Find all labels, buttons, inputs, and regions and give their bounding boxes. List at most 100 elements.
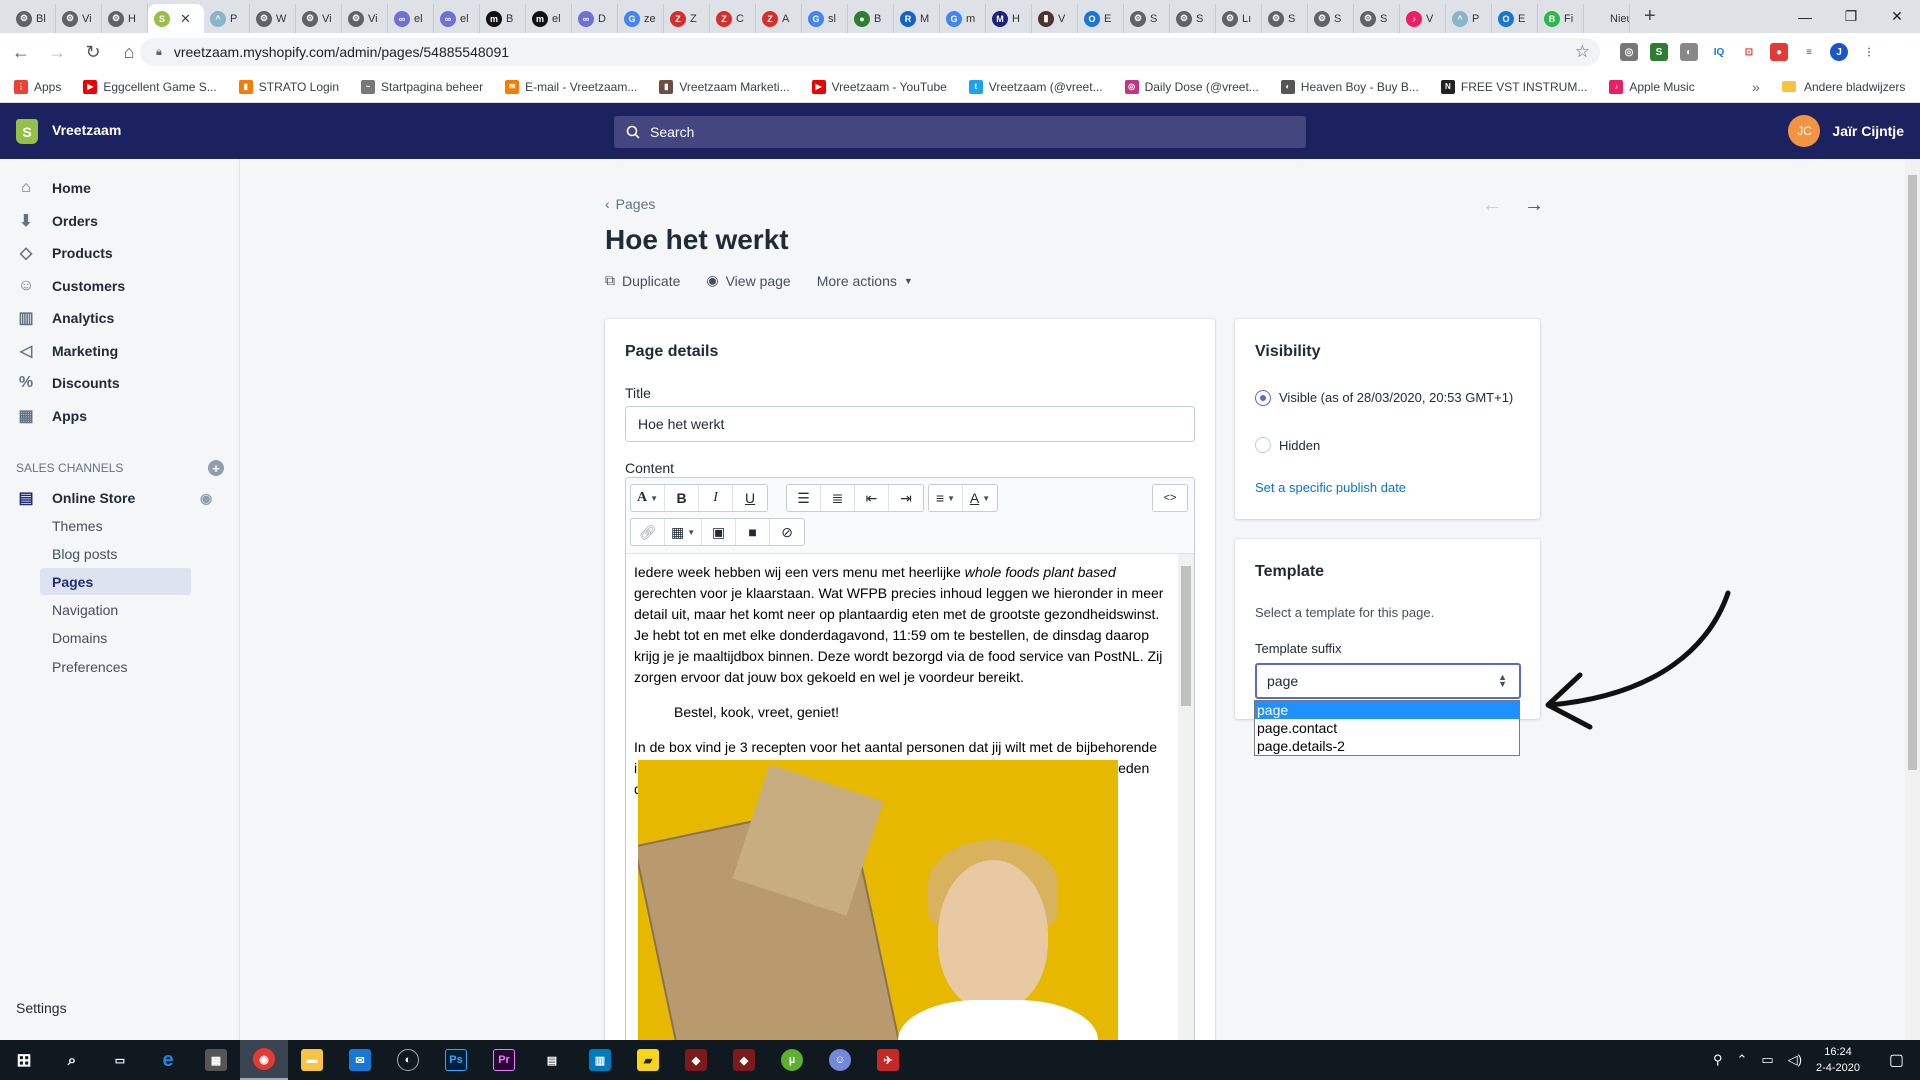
browser-tab[interactable]: Gze	[618, 4, 664, 33]
browser-tab[interactable]: OE	[1078, 4, 1124, 33]
store-name[interactable]: Vreetzaam	[52, 122, 121, 138]
sidebar-item-apps[interactable]: ▦ Apps	[0, 400, 240, 432]
sidebar-subitem-domains[interactable]: Domains	[40, 625, 191, 652]
italic-button[interactable]: I	[699, 485, 734, 511]
taskbar-app-other[interactable]: ✈	[864, 1040, 912, 1080]
browser-tab[interactable]: S ✕	[148, 4, 204, 33]
bookmark-item[interactable]: t Vreetzaam (@vreet...	[968, 79, 1103, 94]
taskbar-app-trello[interactable]: ▥	[576, 1040, 624, 1080]
dropdown-option[interactable]: page	[1255, 701, 1519, 719]
forward-icon[interactable]: →	[42, 37, 72, 67]
browser-tab[interactable]: mB	[480, 4, 526, 33]
task-view-button[interactable]: ▭	[96, 1040, 144, 1080]
new-tab-button[interactable]: +	[1644, 5, 1656, 28]
bookmark-item[interactable]: ~ Startpagina beheer	[361, 79, 483, 94]
browser-tab[interactable]: ∞ el	[388, 4, 434, 33]
sidebar-item-products[interactable]: ◇ Products	[0, 237, 240, 269]
bookmark-item[interactable]: ⋮ Apps	[14, 79, 61, 94]
other-bookmarks[interactable]: Andere bladwijzers	[1782, 80, 1905, 94]
sidebar-item-analytics[interactable]: ▥ Analytics	[0, 302, 240, 334]
taskbar-app-calculator[interactable]: ▤	[528, 1040, 576, 1080]
template-suffix-select[interactable]: page ▲ ▼	[1255, 663, 1521, 699]
bookmark-item[interactable]: ▮ Vreetzaam Marketi...	[659, 79, 790, 94]
bookmark-item[interactable]: ✉ E-mail - Vreetzaam...	[505, 79, 637, 94]
hidden-radio[interactable]	[1255, 437, 1271, 453]
browser-tab[interactable]: ⚙ S	[1262, 4, 1308, 33]
browser-tab[interactable]: OE	[1492, 4, 1538, 33]
browser-tab[interactable]: ∞ D	[572, 4, 618, 33]
duplicate-button[interactable]: ⧉ Duplicate	[605, 272, 680, 289]
close-tab-icon[interactable]: ✕	[180, 11, 191, 27]
taskbar-app-photoshop[interactable]: Ps	[432, 1040, 480, 1080]
extension-icon[interactable]: ◎	[1620, 43, 1638, 61]
taskbar-search-button[interactable]: ⌕	[48, 1040, 96, 1080]
taskbar-app-chrome[interactable]: ◉	[240, 1040, 288, 1080]
text-color-button[interactable]: A ▼	[963, 485, 997, 511]
close-window-icon[interactable]: ✕	[1874, 0, 1920, 33]
browser-tab[interactable]: ⚙ Vi	[296, 4, 342, 33]
sidebar-item-marketing[interactable]: ◁ Marketing	[0, 335, 240, 367]
taskbar-app-mail[interactable]: ✉	[336, 1040, 384, 1080]
taskbar-app-store[interactable]: ▦	[192, 1040, 240, 1080]
notification-icon[interactable]: ▢	[1889, 1050, 1904, 1070]
reading-list-icon[interactable]: ≡	[1800, 43, 1818, 61]
taskbar-app-steam[interactable]: ◐	[384, 1040, 432, 1080]
minimize-icon[interactable]: —	[1782, 0, 1828, 33]
restore-icon[interactable]: ❐	[1828, 0, 1874, 33]
browser-tab[interactable]: MH	[986, 4, 1032, 33]
browser-tab[interactable]: Nieuw	[1584, 4, 1630, 33]
bookmark-item[interactable]: ▮ STRATO Login	[238, 79, 339, 94]
more-actions-button[interactable]: More actions ▼	[817, 272, 913, 289]
back-icon[interactable]: ←	[6, 37, 36, 67]
browser-tab[interactable]: ⚙ S	[1170, 4, 1216, 33]
page-scrollbar-thumb[interactable]	[1908, 175, 1917, 770]
browser-tab[interactable]: ⚙ Lı	[1216, 4, 1262, 33]
align-button[interactable]: ≡ ▼	[929, 485, 963, 511]
insert-table-button[interactable]: ▦ ▼	[665, 519, 703, 545]
browser-tab[interactable]: ⚙ S	[1308, 4, 1354, 33]
sidebar-subitem-pages[interactable]: Pages	[40, 568, 191, 596]
browser-tab[interactable]: Gm	[940, 4, 986, 33]
taskbar-app-edge[interactable]: e	[144, 1040, 192, 1080]
browser-tab[interactable]: ZZ	[664, 4, 710, 33]
title-input[interactable]: Hoe het werkt	[625, 406, 1195, 442]
view-page-button[interactable]: ◉ View page	[706, 272, 790, 289]
browser-tab[interactable]: ⚙ W	[250, 4, 296, 33]
browser-tab[interactable]: Gsl	[802, 4, 848, 33]
breadcrumb[interactable]: ‹ Pages	[605, 196, 655, 212]
sidebar-item-settings[interactable]: Settings	[16, 1000, 67, 1016]
browser-tab[interactable]: ⚙ Vi	[56, 4, 102, 33]
sidebar-item-discounts[interactable]: % Discounts	[0, 367, 240, 399]
browser-tab[interactable]: ● B	[848, 4, 894, 33]
indent-button[interactable]: ⇥	[889, 485, 923, 511]
content-image[interactable]	[638, 760, 1118, 1066]
browser-tab[interactable]: ⚙ S	[1354, 4, 1400, 33]
sidebar-item-orders[interactable]: ⬇ Orders	[0, 205, 240, 237]
taskbar-app-game-2[interactable]: ◆	[720, 1040, 768, 1080]
numbered-list-button[interactable]: ≣	[821, 485, 855, 511]
user-menu[interactable]: JC Jaïr Cijntje	[1788, 115, 1904, 147]
hidden-option[interactable]: Hidden	[1255, 437, 1320, 453]
outdent-button[interactable]: ⇤	[855, 485, 889, 511]
bookmark-item[interactable]: ◎ Daily Dose (@vreet...	[1124, 79, 1259, 94]
chevron-up-icon[interactable]: ⌃	[1736, 1052, 1747, 1068]
eye-icon[interactable]: ◉	[200, 490, 212, 507]
bookmark-item[interactable]: N FREE VST INSTRUM...	[1440, 79, 1587, 94]
sidebar-item-home[interactable]: ⌂ Home	[0, 172, 240, 204]
visible-radio[interactable]	[1255, 390, 1271, 406]
taskbar-app-game-1[interactable]: ◆	[672, 1040, 720, 1080]
volume-icon[interactable]: ◁)	[1788, 1052, 1802, 1068]
add-sales-channel-icon[interactable]: +	[208, 460, 224, 476]
browser-tab[interactable]: ^ P	[1446, 4, 1492, 33]
extension-icon[interactable]: IQ	[1710, 43, 1728, 61]
insert-link-button[interactable]: 🔗︎	[631, 519, 665, 545]
taskbar-app-explorer[interactable]: ▬	[288, 1040, 336, 1080]
browser-tab[interactable]: ∞ el	[434, 4, 480, 33]
browser-menu-icon[interactable]: ⋮	[1860, 43, 1878, 61]
browser-tab[interactable]: ZA	[756, 4, 802, 33]
dropdown-option[interactable]: page.details-2	[1255, 737, 1519, 755]
previous-arrow-icon[interactable]: ←	[1482, 194, 1502, 217]
reload-icon[interactable]: ↻	[78, 37, 108, 67]
sidebar-subitem-preferences[interactable]: Preferences	[40, 653, 191, 680]
profile-avatar[interactable]: J	[1830, 43, 1848, 61]
